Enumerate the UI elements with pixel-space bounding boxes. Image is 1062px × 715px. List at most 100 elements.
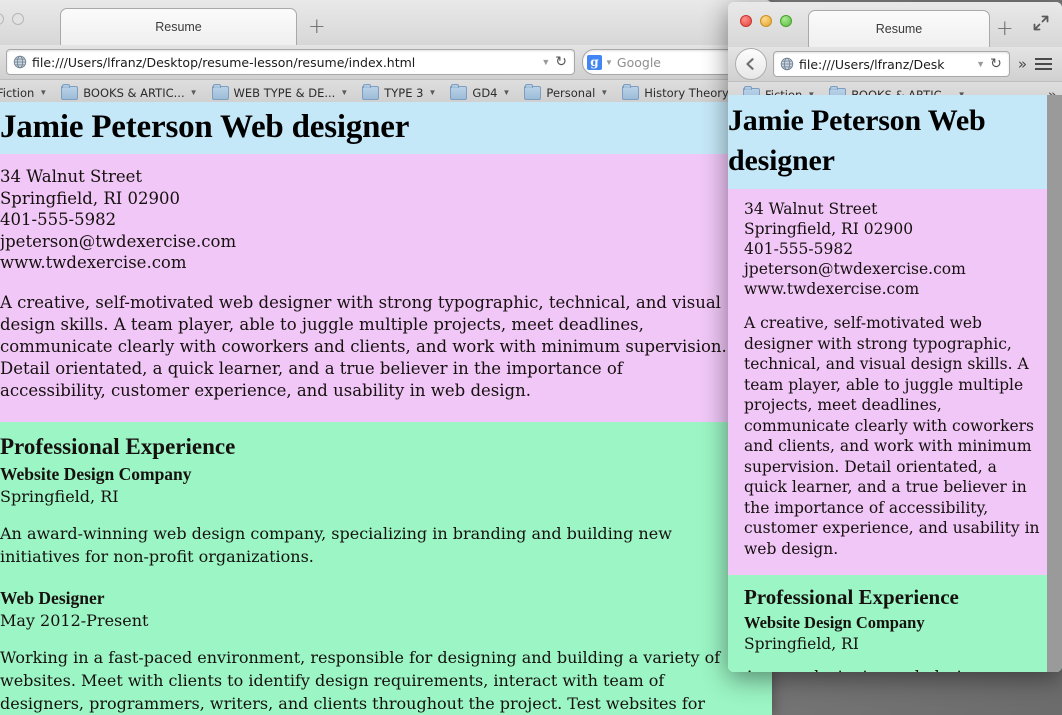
- bookmark-label: Personal: [546, 85, 596, 100]
- url-bar[interactable]: file:///Users/lfranz/Desktop/resume-less…: [6, 49, 575, 75]
- back-nav-bar: file:///Users/lfranz/Desktop/resume-less…: [0, 45, 772, 79]
- back-button[interactable]: [735, 48, 767, 80]
- bookmark-label: Fiction: [0, 85, 35, 100]
- resume-contact-band: 34 Walnut Street Springfield, RI 02900 4…: [728, 189, 1062, 575]
- resume-header-band: Jamie Peterson Web designer: [728, 95, 1062, 189]
- resume-summary: A creative, self-motivated web designer …: [0, 292, 727, 400]
- front-page-content: Jamie Peterson Web designer 34 Walnut St…: [728, 95, 1062, 672]
- bookmark-label: BOOKS & ARTIC...: [83, 85, 185, 100]
- tab-resume[interactable]: Resume: [808, 10, 990, 47]
- tab-resume[interactable]: Resume: [60, 8, 297, 45]
- url-text: file:///Users/lfranz/Desktop/resume-less…: [32, 54, 416, 70]
- chevron-down-icon[interactable]: ▼: [39, 88, 47, 97]
- search-input[interactable]: Google: [617, 55, 742, 70]
- contact-city: Springfield, RI 02900: [744, 220, 914, 238]
- page-title: Jamie Peterson Web designer: [728, 104, 986, 177]
- new-tab-button[interactable]: +: [308, 16, 326, 37]
- job-location: Springfield, RI: [744, 635, 859, 653]
- url-text: file:///Users/lfranz/Desk: [799, 56, 945, 72]
- tab-label: Resume: [155, 20, 202, 34]
- folder-icon: [61, 83, 79, 100]
- contact-street: 34 Walnut Street: [0, 167, 142, 186]
- front-window-traffic-lights[interactable]: [740, 15, 792, 27]
- folder-icon: [622, 83, 640, 100]
- new-tab-button[interactable]: +: [996, 18, 1014, 39]
- bookmark-label: TYPE 3: [384, 85, 424, 100]
- job-description: Working in a fast-paced environment, res…: [0, 647, 721, 713]
- front-nav-bar: file:///Users/lfranz/Desk ▼ ↻ »: [728, 47, 1062, 81]
- job-location: Springfield, RI: [0, 486, 119, 506]
- folder-icon: [362, 83, 380, 100]
- bookmark-item[interactable]: Personal ▼: [517, 83, 615, 100]
- back-tab-bar: Resume +: [0, 0, 772, 45]
- menu-icon[interactable]: [1035, 58, 1052, 70]
- contact-website: www.twdexercise.com: [744, 280, 920, 298]
- contact-phone: 401-555-5982: [744, 240, 854, 258]
- minimize-button[interactable]: [760, 15, 772, 27]
- chevron-down-icon[interactable]: ▼: [503, 88, 511, 97]
- bookmark-label: History Theory: [644, 85, 729, 100]
- url-bar[interactable]: file:///Users/lfranz/Desk ▼ ↻: [773, 51, 1010, 77]
- globe-icon: [13, 55, 27, 69]
- job-title: Web Designer: [0, 587, 105, 608]
- reload-icon[interactable]: ↻: [555, 54, 574, 70]
- globe-icon: [780, 57, 794, 71]
- url-dropdown-icon[interactable]: ▼: [971, 59, 990, 69]
- url-dropdown-icon[interactable]: ▼: [536, 57, 555, 67]
- search-engine-dropdown-icon[interactable]: ▼: [605, 58, 613, 67]
- resume-experience-band: Professional Experience Website Design C…: [728, 575, 1062, 672]
- close-button[interactable]: [740, 15, 752, 27]
- job-company-description: An award-winning web design company, spe…: [0, 523, 672, 566]
- job-dates: May 2012-Present: [0, 610, 149, 630]
- chevron-down-icon[interactable]: ▼: [600, 88, 608, 97]
- resume-summary: A creative, self-motivated web designer …: [744, 314, 1040, 558]
- bookmark-item[interactable]: WEB TYPE & DE... ▼: [205, 83, 356, 100]
- contact-street: 34 Walnut Street: [744, 200, 878, 218]
- bookmark-item[interactable]: TYPE 3 ▼: [355, 83, 443, 100]
- folder-icon: [211, 83, 229, 100]
- front-tab-bar: Resume +: [728, 2, 1062, 47]
- reload-icon[interactable]: ↻: [990, 56, 1009, 72]
- contact-email: jpeterson@twdexercise.com: [0, 231, 237, 251]
- bookmark-label: WEB TYPE & DE...: [233, 85, 336, 100]
- minimize-button[interactable]: [0, 13, 4, 25]
- chevron-down-icon[interactable]: ▼: [428, 88, 436, 97]
- back-page-content: Jamie Peterson Web designer 34 Walnut St…: [0, 102, 772, 715]
- experience-heading: Professional Experience: [744, 585, 959, 609]
- contact-city: Springfield, RI 02900: [0, 188, 180, 208]
- fullscreen-icon[interactable]: [1032, 14, 1050, 32]
- back-window-traffic-lights[interactable]: [0, 13, 24, 25]
- job-company: Website Design Company: [744, 613, 925, 632]
- contact-phone: 401-555-5982: [0, 210, 117, 229]
- job-company: Website Design Company: [0, 463, 192, 484]
- tab-label: Resume: [875, 22, 923, 36]
- browser-window-front[interactable]: Resume + file:///Users/lfranz/Desk ▼ ↻ »…: [728, 2, 1062, 672]
- browser-window-back[interactable]: Resume + file:///Users/lfranz/Desktop/re…: [0, 0, 772, 715]
- zoom-button[interactable]: [12, 13, 24, 25]
- job-company-description: An award-winning web design company, spe…: [744, 667, 1062, 672]
- zoom-button[interactable]: [780, 15, 792, 27]
- bookmark-item[interactable]: GD4 ▼: [443, 83, 517, 100]
- resume-header-band: Jamie Peterson Web designer: [0, 102, 772, 154]
- chevron-down-icon[interactable]: ▼: [340, 88, 348, 97]
- experience-heading: Professional Experience: [0, 433, 236, 459]
- toolbar-overflow-icon[interactable]: »: [1018, 55, 1027, 73]
- bookmark-item[interactable]: BOOKS & ARTIC... ▼: [54, 83, 204, 100]
- folder-icon: [524, 83, 542, 100]
- google-logo-icon: g: [587, 54, 602, 70]
- arrow-left-icon: [746, 58, 754, 70]
- screen: Resume + file:///Users/lfranz/Desktop/re…: [0, 0, 1062, 715]
- bookmark-item[interactable]: History Theory: [615, 83, 736, 100]
- back-window-chrome: Resume + file:///Users/lfranz/Desktop/re…: [0, 0, 772, 107]
- contact-website: www.twdexercise.com: [0, 253, 187, 272]
- bookmark-label: GD4: [472, 85, 498, 100]
- front-window-chrome: Resume + file:///Users/lfranz/Desk ▼ ↻ »: [728, 2, 1062, 109]
- resume-contact-band: 34 Walnut Street Springfield, RI 02900 4…: [0, 154, 772, 422]
- chevron-down-icon[interactable]: ▼: [190, 88, 198, 97]
- bookmark-item[interactable]: Fiction ▼: [0, 86, 54, 100]
- folder-icon: [450, 83, 468, 100]
- vertical-scrollbar[interactable]: [1047, 95, 1062, 672]
- page-title: Jamie Peterson Web designer: [0, 109, 410, 145]
- resume-experience-band: Professional Experience Website Design C…: [0, 421, 772, 715]
- contact-email: jpeterson@twdexercise.com: [744, 260, 966, 278]
